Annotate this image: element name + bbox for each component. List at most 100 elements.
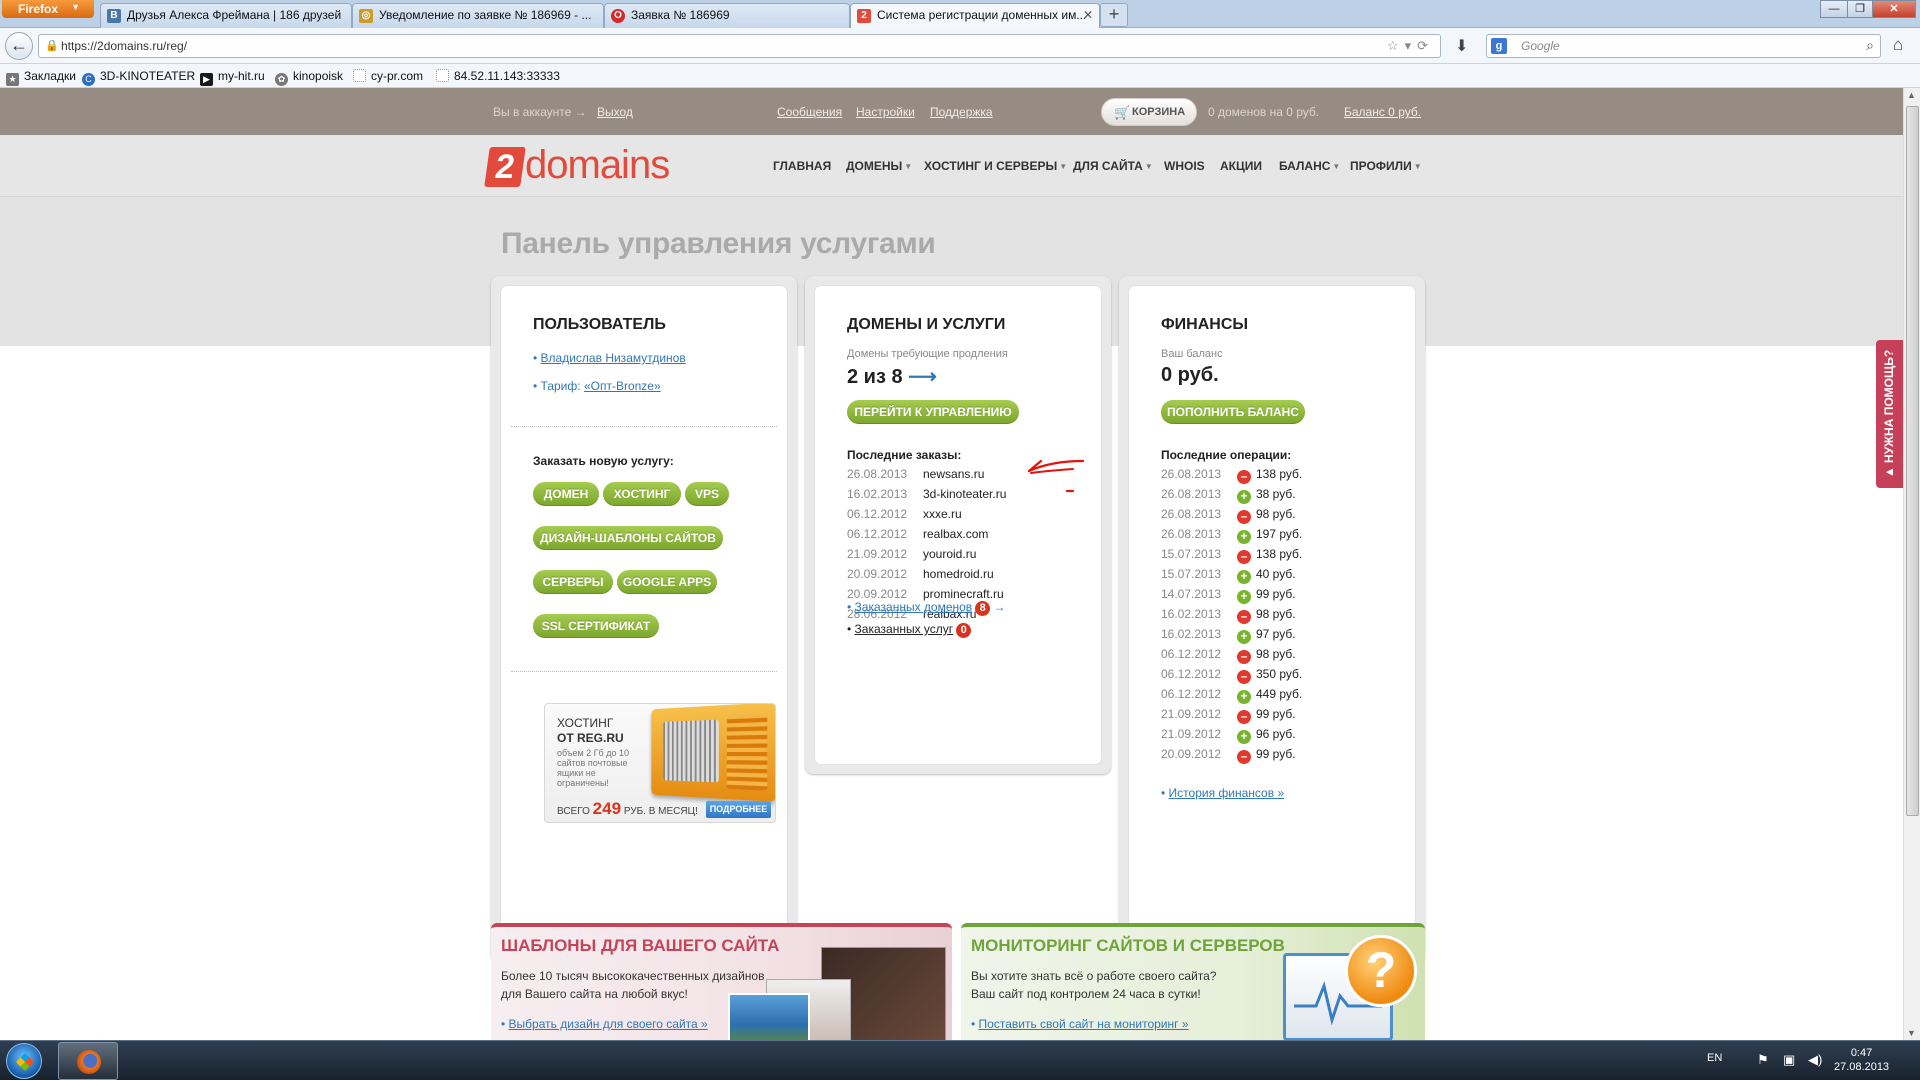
chevron-down-icon: ▼ [1059, 162, 1068, 171]
close-window-button[interactable]: ✕ [1872, 0, 1916, 18]
monitoring-banner-link[interactable]: Поставить свой сайт на мониторинг » [979, 1017, 1189, 1031]
bookmark-ip-address[interactable]: 84.52.11.143:33333 [436, 69, 560, 83]
network-icon[interactable]: ▣ [1783, 1052, 1795, 1068]
cart-icon: 🛒 [1114, 105, 1131, 120]
ad-more-button[interactable]: ПОДРОБНЕЕ [706, 801, 771, 818]
finance-panel-title: ФИНАНСЫ [1161, 316, 1249, 333]
finance-history-link[interactable]: История финансов » [1169, 786, 1285, 800]
order-domain[interactable]: youroid.ru [923, 547, 976, 561]
system-clock[interactable]: 0:47 27.08.2013 [1834, 1046, 1889, 1074]
bookmark-kinopoisk[interactable]: ✿ kinopoisk [275, 69, 343, 86]
site-header: 2 domains ГЛАВНАЯ ДОМЕНЫ ▼ ХОСТИНГ И СЕРВ… [0, 135, 1903, 197]
order-domain[interactable]: homedroid.ru [923, 567, 994, 581]
operation-amount: 98 руб. [1256, 507, 1296, 521]
nav-profiles[interactable]: ПРОФИЛИ ▼ [1350, 159, 1422, 173]
bookmarks-menu[interactable]: ★ Закладки [6, 69, 76, 86]
templates-banner-link[interactable]: Выбрать дизайн для своего сайта » [509, 1017, 708, 1031]
download-icon[interactable]: ⬇ [1455, 36, 1468, 56]
nav-for-site[interactable]: ДЛЯ САЙТА ▼ [1073, 159, 1153, 173]
site-logo[interactable]: 2 domains [483, 143, 708, 191]
taskbar-firefox[interactable] [58, 1042, 118, 1080]
hosting-ad-banner[interactable]: ХОСТИНГ ОТ REG.RU объем 2 Гб до 10 сайто… [544, 703, 776, 823]
volume-icon[interactable]: ◀) [1808, 1052, 1822, 1068]
order-hosting-button[interactable]: ХОСТИНГ [603, 482, 681, 506]
scroll-down-icon[interactable]: ▼ [1907, 1028, 1916, 1038]
user-name-link[interactable]: Владислав Низамутдинов [541, 351, 686, 365]
ordered-services-link[interactable]: Заказанных услуг [855, 622, 954, 636]
nav-domains[interactable]: ДОМЕНЫ ▼ [846, 159, 912, 173]
bookmark-cy-pr[interactable]: cy-pr.com [353, 69, 423, 83]
maximize-window-button[interactable]: ❐ [1847, 0, 1873, 18]
order-ssl-button[interactable]: SSL СЕРТИФИКАТ [533, 614, 659, 638]
order-domain-button[interactable]: ДОМЕН [533, 482, 599, 506]
home-icon[interactable]: ⌂ [1893, 35, 1903, 55]
order-date: 26.08.2013 [847, 467, 908, 481]
topup-balance-button[interactable]: ПОПОЛНИТЬ БАЛАНС [1161, 400, 1305, 424]
ordered-domains-link[interactable]: Заказанных доменов [855, 600, 973, 614]
firefox-menu-label: Firefox [18, 2, 59, 16]
nav-whois[interactable]: WHOIS [1164, 159, 1205, 173]
browser-tab-vk[interactable]: В Друзья Алекса Фреймана | 186 друзей [100, 3, 352, 28]
bookmarks-star-icon: ★ [6, 73, 19, 86]
support-link[interactable]: Поддержка [930, 105, 993, 119]
order-domain[interactable]: prominecraft.ru [923, 587, 1004, 601]
nav-balance[interactable]: БАЛАНС ▼ [1279, 159, 1340, 173]
nav-home[interactable]: ГЛАВНАЯ [773, 159, 831, 173]
help-side-tab[interactable]: ▲ НУЖНА ПОМОЩЬ? [1876, 340, 1903, 488]
action-center-flag-icon[interactable]: ⚑ [1757, 1052, 1769, 1068]
nav-hosting[interactable]: ХОСТИНГ И СЕРВЕРЫ ▼ [924, 159, 1067, 173]
operation-row: 15.07.2013 +40 руб. [1161, 567, 1296, 584]
operation-amount: 96 руб. [1256, 727, 1296, 741]
operation-amount: 99 руб. [1256, 707, 1296, 721]
search-input[interactable]: g Google ⌕ [1486, 34, 1881, 58]
operation-date: 16.02.2013 [1161, 627, 1222, 641]
cart-button[interactable]: 🛒 КОРЗИНА [1101, 98, 1197, 126]
browser-tab-notification[interactable]: ◎ Уведомление по заявке № 186969 - ... [352, 3, 604, 28]
page-icon [436, 69, 449, 82]
bookmark-star-icon[interactable]: ☆▾⟳ [1387, 38, 1434, 54]
monitoring-banner[interactable]: МОНИТОРИНГ САЙТОВ И СЕРВЕРОВ Вы хотите з… [961, 923, 1425, 1040]
order-domain[interactable]: xxxe.ru [923, 507, 962, 521]
logout-link[interactable]: Выход [597, 105, 633, 119]
balance-link[interactable]: Баланс 0 руб. [1344, 105, 1421, 119]
order-domain[interactable]: realbax.com [923, 527, 988, 541]
start-button[interactable] [6, 1043, 42, 1079]
messages-link[interactable]: Сообщения [777, 105, 842, 119]
scroll-up-icon[interactable]: ▲ [1907, 90, 1916, 100]
settings-link[interactable]: Настройки [856, 105, 915, 119]
search-icon[interactable]: ⌕ [1866, 37, 1874, 54]
recent-orders-title: Последние заказы: [847, 448, 962, 462]
operation-row: 06.12.2012 +449 руб. [1161, 687, 1302, 704]
nav-promos[interactable]: АКЦИИ [1220, 159, 1262, 173]
browser-tab-2domains[interactable]: 2 Система регистрации доменных им... ✕ [850, 3, 1100, 29]
arrow-right-icon: → [993, 600, 1006, 614]
vertical-scrollbar[interactable]: ▲ ▼ [1903, 88, 1920, 1040]
tariff-link[interactable]: «Опт-Bronze» [584, 379, 661, 393]
bookmark-my-hit[interactable]: ▶ my-hit.ru [200, 69, 265, 86]
close-tab-icon[interactable]: ✕ [1083, 8, 1093, 22]
finance-panel: ФИНАНСЫ Ваш баланс 0 руб. ПОПОЛНИТЬ БАЛА… [1119, 276, 1425, 963]
back-arrow-icon[interactable]: ← [5, 32, 33, 60]
order-google-apps-button[interactable]: GOOGLE APPS [617, 570, 717, 594]
scrollbar-thumb[interactable] [1906, 106, 1919, 816]
order-domain[interactable]: 3d-kinoteater.ru [923, 487, 1006, 501]
manage-domains-button[interactable]: ПЕРЕЙТИ К УПРАВЛЕНИЮ [847, 400, 1019, 424]
order-vps-button[interactable]: VPS [685, 482, 729, 506]
bookmark-3d-kinoteater[interactable]: C 3D-KINOTEATER [82, 69, 195, 86]
user-panel: ПОЛЬЗОВАТЕЛЬ • Владислав Низамутдинов • … [491, 276, 797, 963]
templates-banner-text1: Более 10 тысяч высококачественных дизайн… [501, 969, 765, 983]
ordered-services-badge: 0 [956, 623, 972, 638]
new-tab-button[interactable]: + [1100, 3, 1128, 27]
firefox-menu-button[interactable]: Firefox ▼ [2, 0, 94, 18]
browser-tab-request[interactable]: О Заявка № 186969 [604, 3, 850, 28]
operation-amount: 138 руб. [1256, 547, 1303, 561]
templates-banner[interactable]: ШАБЛОНЫ ДЛЯ ВАШЕГО САЙТА Более 10 тысяч … [491, 923, 952, 1040]
order-servers-button[interactable]: СЕРВЕРЫ [533, 570, 613, 594]
order-domain[interactable]: newsans.ru [923, 467, 984, 481]
order-design-templates-button[interactable]: ДИЗАЙН-ШАБЛОНЫ САЙТОВ [533, 526, 723, 550]
opera-icon: О [611, 9, 625, 23]
language-indicator[interactable]: EN [1707, 1052, 1722, 1064]
operation-row: 14.07.2013 +99 руб. [1161, 587, 1296, 604]
minimize-window-button[interactable]: — [1820, 0, 1848, 18]
url-bar[interactable]: 🔒 https://2domains.ru/reg/ ☆▾⟳ [38, 34, 1441, 58]
